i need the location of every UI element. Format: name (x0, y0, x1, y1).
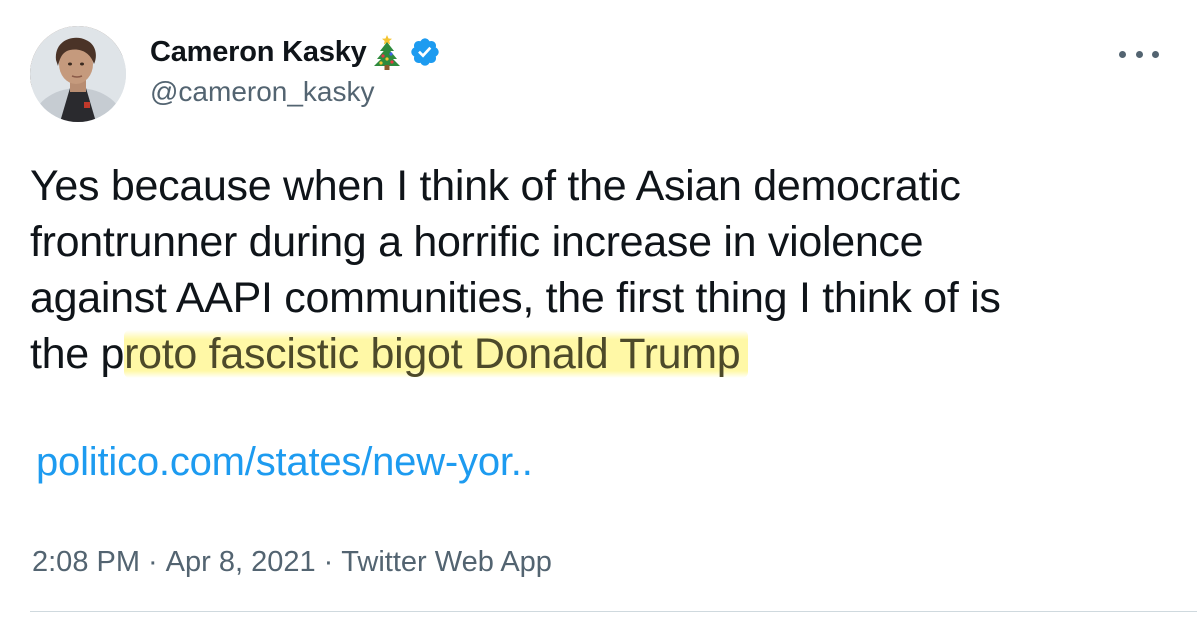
christmas-tree-icon (371, 34, 403, 70)
meta-separator: · (323, 546, 334, 578)
tweet-text-last-line: the proto fascistic bigot Donald Trump (30, 326, 1170, 382)
tweet-text-prefix: the p (30, 330, 125, 378)
tweet-metadata: 2:08 PM · Apr 8, 2021 · Twitter Web App (32, 546, 552, 579)
user-handle[interactable]: @cameron_kasky (150, 76, 441, 108)
name-row: Cameron Kasky (150, 32, 441, 72)
verified-badge-icon[interactable] (409, 36, 441, 68)
display-name[interactable]: Cameron Kasky (150, 36, 367, 69)
more-horizontal-icon (1135, 50, 1143, 58)
tweet-text-line: Yes because when I think of the Asian de… (30, 162, 961, 210)
tweet-time[interactable]: 2:08 PM (32, 546, 140, 579)
highlighted-text: roto fascistic bigot Donald Trump (124, 330, 749, 378)
tweet-date[interactable]: Apr 8, 2021 (166, 546, 316, 579)
divider (30, 611, 1197, 612)
tweet-text-line: frontrunner during a horrific increase i… (30, 218, 924, 266)
more-horizontal-icon (1119, 50, 1126, 58)
avatar[interactable] (30, 26, 126, 122)
tweet-source[interactable]: Twitter Web App (341, 546, 552, 579)
tweet-text-line: against AAPI communities, the first thin… (30, 274, 1001, 322)
more-options-button[interactable] (1119, 40, 1159, 68)
user-info: Cameron Kasky @cameron_kasky (150, 32, 441, 108)
meta-separator: · (148, 546, 158, 578)
more-horizontal-icon (1152, 50, 1159, 58)
tweet-card: Cameron Kasky @cameron_kasky Yes because… (0, 0, 1197, 620)
tweet-text: Yes because when I think of the Asian de… (30, 158, 1170, 382)
tweet-link[interactable]: politico.com/states/new-yor.. (36, 440, 533, 485)
